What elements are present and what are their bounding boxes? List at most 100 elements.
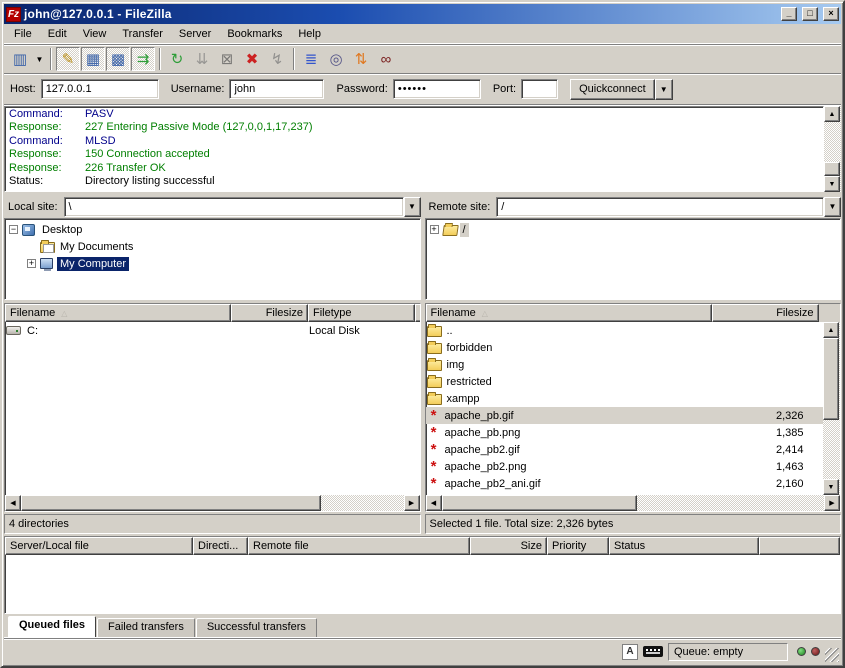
file-row-apache-pb2-png[interactable]: *apache_pb2.png1,463	[426, 458, 824, 475]
toggle-queue-icon: ⇉	[137, 50, 150, 68]
column-header-directi-[interactable]: Directi...	[193, 537, 248, 555]
column-header-server-local-file[interactable]: Server/Local file	[5, 537, 193, 555]
tab-successful-transfers[interactable]: Successful transfers	[196, 618, 317, 637]
column-header-remote-file[interactable]: Remote file	[248, 537, 470, 555]
remote-site-combo[interactable]: / ▼	[496, 197, 841, 217]
filter-button[interactable]: ≣	[299, 47, 323, 71]
quickconnect-dropdown-button[interactable]: ▼	[655, 79, 673, 100]
menu-server[interactable]: Server	[171, 26, 219, 42]
column-header-filename[interactable]: Filename△	[426, 304, 712, 322]
remote-vertical-scrollbar[interactable]: ▲ ▼	[823, 322, 840, 495]
column-header-filetype[interactable]: Filetype	[308, 304, 415, 322]
column-header-filesize[interactable]: Filesize	[231, 304, 308, 322]
column-header-size[interactable]: Size	[470, 537, 547, 555]
tree-item-label[interactable]: My Documents	[57, 240, 136, 254]
refresh-button[interactable]: ↻	[165, 47, 189, 71]
tree-item-label[interactable]: My Computer	[57, 257, 129, 271]
file-row-apache-pb2-gif[interactable]: *apache_pb2.gif2,414	[426, 441, 824, 458]
scroll-track[interactable]	[824, 122, 841, 162]
host-input[interactable]	[41, 79, 159, 99]
column-header-filesize[interactable]: Filesize	[712, 304, 819, 322]
file-row-c-[interactable]: C:Local Disk	[5, 322, 420, 339]
menu-view[interactable]: View	[75, 26, 115, 42]
tree-item--[interactable]: +/	[428, 221, 841, 238]
column-header-filename[interactable]: Filename△	[5, 304, 231, 322]
column-header-priority[interactable]: Priority	[547, 537, 609, 555]
toggle-message-log-button[interactable]: ✎	[56, 47, 80, 71]
collapse-icon[interactable]: −	[9, 225, 18, 234]
tree-item-desktop[interactable]: − Desktop	[7, 221, 420, 238]
close-button[interactable]: ×	[823, 7, 839, 21]
speedlimit-icon[interactable]	[643, 646, 663, 657]
scroll-thumb[interactable]	[21, 495, 321, 511]
column-header-blank[interactable]	[759, 537, 840, 555]
column-header-status[interactable]: Status	[609, 537, 759, 555]
password-input[interactable]	[393, 79, 481, 99]
remote-site-value[interactable]: /	[496, 197, 824, 217]
quickconnect-button[interactable]: Quickconnect	[570, 79, 655, 100]
tree-item-my-computer[interactable]: + My Computer	[7, 255, 420, 272]
menu-bookmarks[interactable]: Bookmarks	[219, 26, 290, 42]
file-row-forbidden[interactable]: forbidden	[426, 339, 824, 356]
scroll-right-button[interactable]: ▶	[404, 495, 420, 511]
toggle-remote-tree-button[interactable]: ▩	[106, 47, 130, 71]
toggle-local-tree-button[interactable]: ▦	[81, 47, 105, 71]
tree-item-label[interactable]: Desktop	[39, 223, 85, 237]
scroll-track[interactable]	[637, 495, 825, 511]
cancel-operation-button[interactable]: ⊠	[215, 47, 239, 71]
file-row-apache-pb-png[interactable]: *apache_pb.png1,385	[426, 424, 824, 441]
synchronized-browsing-button[interactable]: ⇅	[349, 47, 373, 71]
reconnect-button[interactable]: ↯	[265, 47, 289, 71]
scroll-left-button[interactable]: ◀	[426, 495, 442, 511]
remote-horizontal-scrollbar[interactable]: ◀ ▶	[426, 495, 841, 511]
minimize-button[interactable]: _	[781, 7, 797, 21]
scroll-right-button[interactable]: ▶	[824, 495, 840, 511]
local-site-dropdown-button[interactable]: ▼	[404, 197, 421, 217]
tab-failed-transfers[interactable]: Failed transfers	[97, 618, 195, 637]
compare-directories-button[interactable]: ◎	[324, 47, 348, 71]
port-input[interactable]	[521, 79, 558, 99]
file-row-xampp[interactable]: xampp	[426, 390, 824, 407]
menu-edit[interactable]: Edit	[40, 26, 75, 42]
local-site-combo[interactable]: \ ▼	[64, 197, 421, 217]
titlebar[interactable]: Fz john@127.0.0.1 - FileZilla _ □ ×	[4, 4, 841, 24]
scroll-thumb[interactable]	[823, 338, 839, 420]
ascii-datatype-icon[interactable]: A	[622, 644, 638, 660]
menu-file[interactable]: File	[6, 26, 40, 42]
file-row-apache-pb-gif[interactable]: *apache_pb.gif2,326	[426, 407, 824, 424]
resize-grip[interactable]	[825, 648, 839, 662]
log-vertical-scrollbar[interactable]: ▲ ▼	[824, 106, 841, 192]
process-queue-button[interactable]: ⇊	[190, 47, 214, 71]
menu-help[interactable]: Help	[290, 26, 329, 42]
scroll-thumb[interactable]	[442, 495, 637, 511]
column-header-l[interactable]: L	[415, 304, 421, 322]
site-manager-button[interactable]: ▥	[8, 47, 32, 71]
maximize-button[interactable]: □	[802, 7, 818, 21]
toggle-queue-button[interactable]: ⇉	[131, 47, 155, 71]
tree-item-label[interactable]: /	[460, 223, 469, 237]
find-files-button[interactable]: ∞	[374, 47, 398, 71]
menu-transfer[interactable]: Transfer	[114, 26, 171, 42]
file-row-restricted[interactable]: restricted	[426, 373, 824, 390]
expand-icon[interactable]: +	[430, 225, 439, 234]
scroll-thumb[interactable]	[824, 162, 840, 176]
local-horizontal-scrollbar[interactable]: ◀ ▶	[5, 495, 420, 511]
file-row-apache-pb2-ani-gif[interactable]: *apache_pb2_ani.gif2,160	[426, 475, 824, 492]
disconnect-button[interactable]: ✖	[240, 47, 264, 71]
file-row-img[interactable]: img	[426, 356, 824, 373]
scroll-up-button[interactable]: ▲	[823, 322, 839, 338]
local-site-value[interactable]: \	[64, 197, 404, 217]
site-manager-button-dropdown[interactable]: ▼	[33, 47, 46, 71]
tree-item-my-documents[interactable]: My Documents	[7, 238, 420, 255]
scroll-track[interactable]	[321, 495, 404, 511]
scroll-down-button[interactable]: ▼	[823, 479, 839, 495]
scroll-left-button[interactable]: ◀	[5, 495, 21, 511]
remote-site-dropdown-button[interactable]: ▼	[824, 197, 841, 217]
expand-icon[interactable]: +	[27, 259, 36, 268]
scroll-track[interactable]	[823, 420, 840, 479]
tab-queued-files[interactable]: Queued files	[8, 616, 96, 637]
username-input[interactable]	[229, 79, 324, 99]
scroll-down-button[interactable]: ▼	[824, 176, 840, 192]
scroll-up-button[interactable]: ▲	[824, 106, 840, 122]
file-row--[interactable]: ..	[426, 322, 824, 339]
